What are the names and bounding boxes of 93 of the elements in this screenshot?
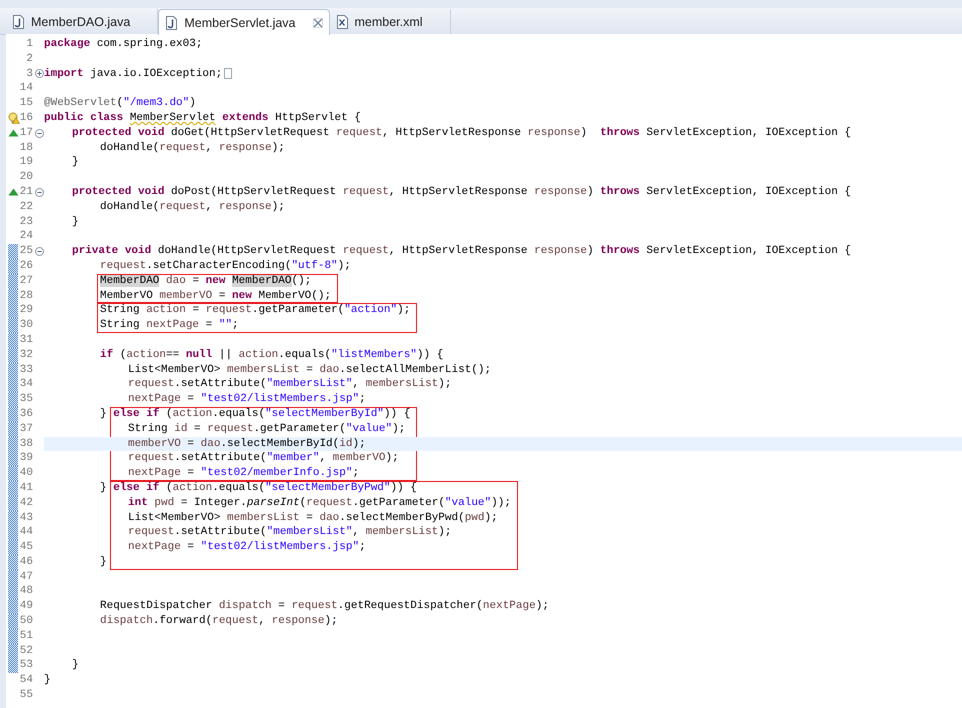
code-line: nextPage = "test02/listMembers.jsp";: [127, 392, 366, 407]
line-number: 33: [20, 364, 33, 376]
code-line: private void doHandle(HttpServletRequest request, HttpServletResponse response) throws ServletException, IOException {: [71, 244, 852, 259]
code-line: }: [99, 554, 107, 570]
line-number: 26: [20, 260, 33, 272]
line-number: 41: [20, 482, 33, 494]
override-icon[interactable]: [8, 188, 19, 196]
code-line: doHandle(request, response);: [99, 200, 285, 215]
code-line: }: [44, 673, 51, 688]
expand-icon[interactable]: [34, 69, 44, 78]
code-line: }: [71, 155, 79, 170]
line-number: 52: [20, 644, 33, 657]
line-number: 37: [20, 422, 33, 435]
code-line: }: [71, 214, 79, 230]
line-number: 15: [20, 97, 33, 110]
code-line: protected void doPost(HttpServletRequest request, HttpServletResponse response) throws ServletException, IOException {: [71, 184, 852, 200]
line-number: 17: [20, 126, 33, 139]
code-line: List<MemberVO> membersList = dao.selectMemberByPwd(pwd);: [127, 510, 498, 526]
code-line: memberVO = dao.selectMemberById(id);: [127, 436, 366, 452]
line-number: 29: [20, 304, 33, 316]
line-number: 48: [20, 585, 33, 598]
java-file-icon: [13, 14, 24, 28]
code-line: dispatch.forward(request, response);: [99, 614, 338, 629]
line-number: 21: [20, 186, 33, 198]
line-number: 53: [20, 659, 33, 672]
line-number: 14: [20, 82, 33, 94]
line-number: 34: [20, 378, 33, 390]
line-number: 36: [20, 408, 33, 420]
code-line: nextPage = "test02/listMembers.jsp";: [127, 540, 366, 555]
line-number: 28: [20, 290, 33, 302]
line-number: 27: [20, 274, 33, 287]
code-line: MemberVO memberVO = new MemberVO();: [99, 288, 332, 304]
line-number: 16: [20, 112, 33, 124]
code-line: package com.spring.ex03;: [44, 37, 202, 52]
collapse-icon[interactable]: [34, 128, 44, 138]
line-number: 2: [26, 52, 33, 65]
collapse-icon[interactable]: [34, 188, 44, 197]
editor-tab[interactable]: MemberServlet.java: [158, 9, 330, 35]
line-number: 35: [20, 393, 33, 406]
code-line: request.setAttribute("membersList", membersList);: [127, 525, 452, 540]
code-line: } else if (action.equals("selectMemberByPwd")) {: [99, 480, 417, 496]
line-number: 22: [20, 200, 33, 213]
code-line: request.setAttribute("membersList", membersList);: [127, 377, 452, 392]
code-line: @WebServlet("/mem3.do"): [44, 96, 196, 111]
line-number: 32: [20, 348, 33, 361]
code-line: String nextPage = "";: [99, 318, 239, 333]
line-number: 42: [20, 496, 33, 509]
line-number: 19: [20, 156, 33, 168]
line-number: 54: [20, 674, 33, 686]
code-line: doHandle(request, response);: [99, 140, 285, 156]
code-line: String action = request.getParameter("action");: [99, 303, 410, 318]
code-line: MemberDAO dao = new MemberDAO();: [99, 274, 312, 289]
line-number: 45: [20, 541, 33, 554]
line-number: 50: [20, 615, 33, 628]
line-number: 20: [20, 171, 33, 184]
code-line: public class MemberServlet extends HttpServlet {: [44, 110, 361, 126]
line-number: 55: [20, 689, 33, 702]
xml-file-icon: [336, 14, 348, 28]
java-file-icon: [166, 16, 178, 30]
code-line: } else if (action.equals("selectMemberById")) {: [99, 406, 410, 422]
line-number: 1: [26, 38, 33, 50]
code-line: if (action== null || action.equals("listMembers")) {: [99, 348, 444, 363]
line-number: 25: [20, 245, 33, 258]
line-number: 38: [20, 438, 33, 450]
code-line: request.setAttribute("member", memberVO);: [127, 451, 399, 466]
code-line: import java.io.IOException;: [44, 66, 222, 82]
code-line: protected void doGet(HttpServletRequest request, HttpServletResponse response) throws ServletException, IOException {: [71, 126, 852, 141]
line-number: 51: [20, 630, 33, 642]
override-icon[interactable]: [8, 129, 19, 138]
code-line: List<MemberVO> membersList = dao.selectAllMemberList();: [127, 362, 492, 378]
line-number: 23: [20, 216, 33, 228]
line-number: 43: [20, 512, 33, 524]
line-number: 49: [20, 600, 33, 612]
line-number: 44: [20, 526, 33, 538]
line-number: 46: [20, 556, 33, 568]
line-number: 30: [20, 319, 33, 332]
code-line: nextPage = "test02/memberInfo.jsp";: [127, 466, 360, 481]
line-number: 31: [20, 334, 33, 346]
line-number: 18: [20, 142, 33, 154]
line-number: 3: [26, 68, 33, 80]
folded-code-icon[interactable]: [224, 68, 232, 80]
warning-icon[interactable]: [8, 112, 20, 124]
line-number: 40: [20, 467, 33, 480]
code-line: }: [71, 658, 79, 674]
close-icon[interactable]: [312, 18, 322, 28]
code-line: request.setCharacterEncoding("utf-8");: [99, 258, 351, 274]
line-number: 47: [20, 570, 33, 583]
line-number: 24: [20, 230, 33, 242]
code-line: String id = request.getParameter("value");: [127, 422, 406, 437]
line-number: 39: [20, 452, 33, 464]
code-line: int pwd = Integer.parseInt(request.getParameter("value"));: [127, 496, 511, 510]
code-line: RequestDispatcher dispatch = request.getRequestDispatcher(nextPage);: [99, 599, 549, 614]
collapse-icon[interactable]: [34, 247, 44, 256]
